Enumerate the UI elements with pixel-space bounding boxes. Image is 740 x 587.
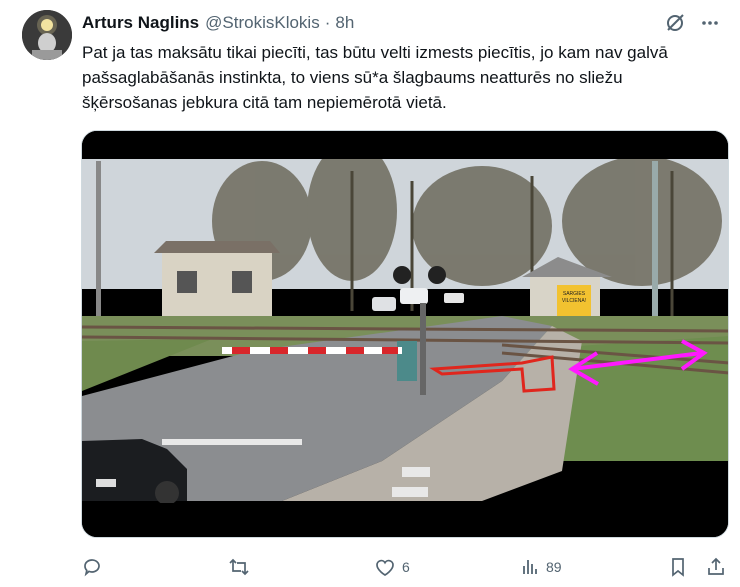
bookmark-icon bbox=[668, 557, 688, 577]
avatar[interactable] bbox=[22, 10, 72, 60]
sign-line2: VILCIENA! bbox=[562, 298, 586, 304]
tweet-text: Pat ja tas maksātu tikai piecīti, tas bū… bbox=[82, 43, 668, 112]
share-icon bbox=[706, 557, 726, 577]
author-name[interactable]: Arturs Naglins bbox=[82, 13, 199, 33]
like-icon bbox=[374, 557, 396, 577]
tweet-time[interactable]: 8h bbox=[335, 13, 354, 33]
reply-icon bbox=[82, 557, 102, 577]
like-button[interactable]: 6 bbox=[374, 557, 410, 577]
reply-button[interactable] bbox=[82, 557, 108, 577]
author-handle[interactable]: @StrokisKlokis bbox=[205, 13, 320, 33]
grok-icon[interactable] bbox=[664, 12, 686, 34]
tweet-header: Arturs Naglins @StrokisKlokis · 8h bbox=[82, 12, 720, 34]
views-button[interactable]: 89 bbox=[520, 557, 562, 577]
retweet-icon bbox=[228, 557, 250, 577]
view-count: 89 bbox=[546, 559, 562, 575]
like-count: 6 bbox=[402, 559, 410, 575]
bookmark-button[interactable] bbox=[668, 557, 688, 577]
sign-line1: SARGIES bbox=[563, 291, 586, 297]
share-button[interactable] bbox=[706, 557, 726, 577]
tweet-photo[interactable]: SARGIES VILCIENA! bbox=[81, 130, 729, 538]
action-bar: 6 89 bbox=[82, 553, 730, 581]
separator-dot: · bbox=[324, 13, 331, 32]
retweet-button[interactable] bbox=[228, 557, 256, 577]
more-icon[interactable] bbox=[700, 13, 720, 33]
views-icon bbox=[520, 557, 540, 577]
